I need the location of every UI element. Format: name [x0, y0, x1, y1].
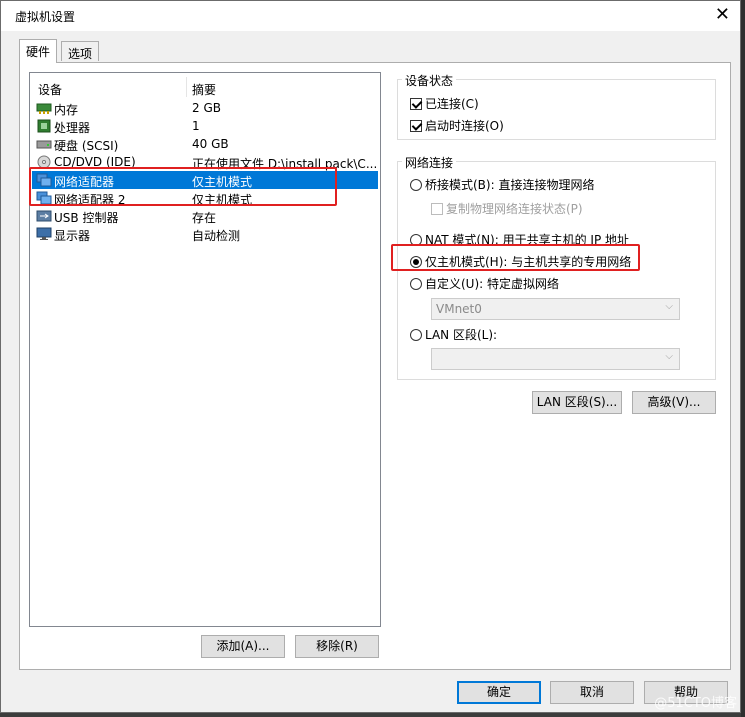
column-separator [186, 77, 187, 97]
tab-options[interactable]: 选项 [61, 41, 100, 61]
add-device-button[interactable]: 添加(A)... [201, 635, 285, 658]
radio-off-icon [410, 329, 422, 341]
device-row-harddisk[interactable]: 硬盘 (SCSI) 40 GB [32, 135, 378, 153]
cpu-icon [37, 119, 51, 133]
checkbox-checked-icon [410, 98, 422, 110]
device-row-display[interactable]: 显示器 自动检测 [32, 225, 378, 243]
background-window-edge [741, 0, 745, 717]
device-status-title: 设备状态 [402, 72, 457, 89]
cancel-button[interactable]: 取消 [550, 681, 634, 704]
device-row-usb-controller[interactable]: USB 控制器 存在 [32, 207, 378, 225]
memory-icon [36, 103, 52, 114]
lan-segment-select[interactable]: ⌵ [431, 348, 680, 370]
highlight-box-host-only [391, 244, 640, 271]
column-header-summary[interactable]: 摘要 [192, 81, 216, 98]
device-list[interactable]: 设备 摘要 内存 2 GB 处理器 1 硬盘 (SCSI) 40 GB CD/D… [29, 72, 381, 627]
custom-radio[interactable]: 自定义(U): 特定虚拟网络 [410, 275, 559, 292]
close-icon[interactable]: ✕ [715, 5, 730, 25]
device-row-memory[interactable]: 内存 2 GB [32, 99, 378, 117]
radio-off-icon [410, 179, 422, 191]
connected-checkbox[interactable]: 已连接(C) [410, 95, 479, 112]
checkbox-checked-icon [410, 120, 422, 132]
bridged-radio[interactable]: 桥接模式(B): 直接连接物理网络 [410, 176, 594, 193]
connect-at-power-on-checkbox[interactable]: 启动时连接(O) [410, 117, 504, 134]
network-connection-title: 网络连接 [402, 154, 457, 171]
window-title: 虚拟机设置 [15, 10, 76, 24]
chevron-down-icon: ⌵ [665, 351, 673, 362]
title-bar: 虚拟机设置 ✕ [1, 1, 740, 31]
highlight-box-network-adapters [29, 167, 337, 206]
watermark: @51CTO博客 [654, 696, 737, 711]
harddisk-icon [36, 140, 52, 149]
radio-off-icon [410, 278, 422, 290]
device-row-processor[interactable]: 处理器 1 [32, 117, 378, 135]
remove-device-button[interactable]: 移除(R) [295, 635, 379, 658]
chevron-down-icon: ⌵ [665, 301, 673, 312]
advanced-button[interactable]: 高级(V)... [632, 391, 716, 414]
replicate-physical-state-checkbox[interactable]: 复制物理网络连接状态(P) [431, 200, 583, 217]
tab-hardware[interactable]: 硬件 [19, 39, 58, 63]
monitor-icon [36, 227, 52, 240]
lan-segments-button[interactable]: LAN 区段(S)... [532, 391, 622, 414]
checkbox-unchecked-icon [431, 203, 443, 215]
lan-segment-radio[interactable]: LAN 区段(L): [410, 326, 497, 343]
usb-icon [36, 210, 52, 222]
custom-network-select[interactable]: VMnet0 ⌵ [431, 298, 680, 320]
ok-button[interactable]: 确定 [457, 681, 541, 704]
column-header-device[interactable]: 设备 [38, 81, 62, 98]
vm-settings-dialog: 虚拟机设置 ✕ 硬件 选项 设备 摘要 内存 2 GB 处理器 1 硬盘 (SC… [0, 0, 741, 713]
